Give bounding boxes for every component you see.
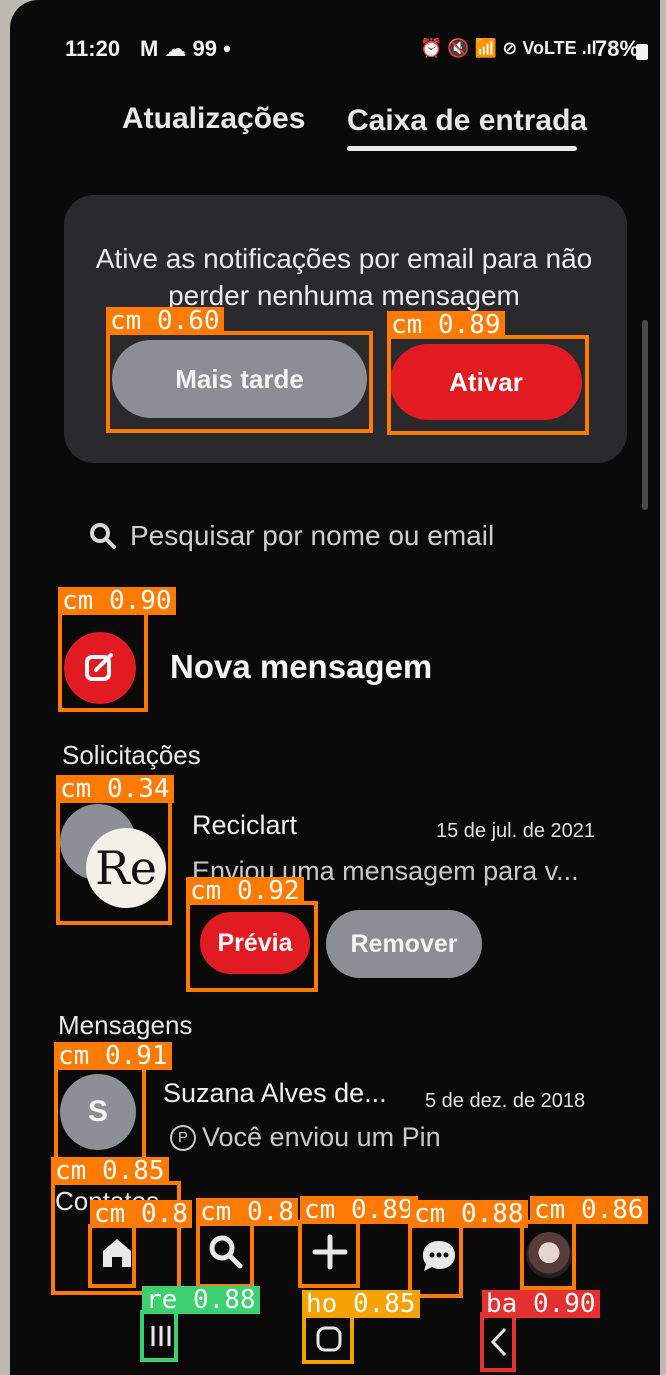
message-date: 5 de dez. de 2018 (425, 1090, 586, 1112)
detection-label-back: ba 0.90 (482, 1290, 600, 1318)
tab-inbox[interactable]: Caixa de entrada (347, 104, 587, 138)
status-time: 11:20 (65, 36, 121, 61)
battery-percent: 78% (595, 36, 640, 61)
nav-home[interactable] (90, 1226, 144, 1280)
preview-button[interactable]: Prévia (200, 912, 310, 974)
activate-button[interactable]: Ativar (390, 344, 582, 420)
detection-label-later: cm 0.60 (106, 307, 224, 335)
request-date: 15 de jul. de 2021 (436, 820, 596, 842)
detection-label-add: cm 0.89 (300, 1196, 418, 1224)
battery-icon (636, 44, 648, 60)
search-icon (90, 523, 116, 549)
home-icon (103, 1239, 131, 1267)
status-notification-icons: M ☁ 99 • (140, 36, 231, 61)
detection-label-search: cm 0.8 (196, 1198, 298, 1226)
pin-icon: P (170, 1124, 196, 1151)
request-avatar-logo: Re (86, 828, 166, 908)
home-system-button[interactable] (306, 1316, 352, 1362)
home-square-icon (316, 1326, 342, 1352)
message-preview[interactable]: P Você enviou um Pin (170, 1122, 441, 1153)
scrollbar[interactable] (642, 320, 648, 510)
recent-apps-button[interactable] (144, 1314, 178, 1358)
plus-icon (312, 1234, 348, 1270)
chat-bubble-icon (423, 1241, 455, 1271)
nav-profile-avatar[interactable] (526, 1232, 572, 1278)
detection-label-recents: re 0.88 (142, 1286, 260, 1314)
phone-screen: 11:20 M ☁ 99 • ⏰ 🔇 📶 ⊘ VoLTE .ıl 78% Atu… (10, 0, 660, 1375)
detection-label-contacts: cm 0.85 (51, 1157, 169, 1185)
tab-active-indicator (347, 146, 577, 151)
detection-label-preview: cm 0.92 (186, 877, 304, 905)
search-bar[interactable]: Pesquisar por nome ou email (88, 512, 608, 560)
detection-label-message-avatar: cm 0.91 (54, 1042, 172, 1070)
status-system-icons: ⏰ 🔇 📶 ⊘ VoLTE .ıl (420, 38, 597, 58)
back-chevron-icon (490, 1327, 507, 1357)
search-nav-icon (209, 1235, 243, 1269)
message-preview-text: Você enviou um Pin (202, 1122, 441, 1152)
remove-button[interactable]: Remover (326, 910, 482, 978)
message-sender-name[interactable]: Suzana Alves de... (163, 1078, 387, 1109)
requests-heading: Solicitações (62, 740, 201, 770)
detection-label-request-avatar: cm 0.34 (56, 775, 174, 803)
messages-heading: Mensagens (58, 1010, 193, 1040)
nav-messages[interactable] (410, 1228, 468, 1286)
status-bar: 11:20 M ☁ 99 • ⏰ 🔇 📶 ⊘ VoLTE .ıl 78% (10, 0, 660, 100)
back-button[interactable] (484, 1316, 514, 1368)
recent-apps-icon (151, 1326, 171, 1346)
new-message-label[interactable]: Nova mensagem (170, 648, 432, 686)
tab-updates[interactable]: Atualizações (122, 102, 305, 136)
request-avatar[interactable]: Re (60, 800, 170, 920)
detection-label-profile: cm 0.86 (530, 1196, 648, 1224)
detection-label-home: cm 0.8 (90, 1200, 192, 1228)
detection-label-chat: cm 0.88 (410, 1200, 528, 1228)
detection-label-activate: cm 0.89 (387, 311, 505, 339)
nav-search[interactable] (196, 1222, 254, 1280)
compose-button[interactable] (64, 632, 136, 704)
message-avatar[interactable]: S (60, 1074, 136, 1150)
detection-label-compose: cm 0.90 (58, 587, 176, 615)
search-placeholder: Pesquisar por nome ou email (130, 520, 495, 551)
request-sender-name[interactable]: Reciclart (192, 810, 297, 841)
later-button[interactable]: Mais tarde (112, 340, 367, 418)
detection-label-homebtn: ho 0.85 (302, 1290, 420, 1318)
email-notification-message: Ative as notificações por email para não… (95, 243, 593, 311)
nav-create[interactable] (300, 1222, 360, 1282)
compose-icon (85, 653, 113, 681)
